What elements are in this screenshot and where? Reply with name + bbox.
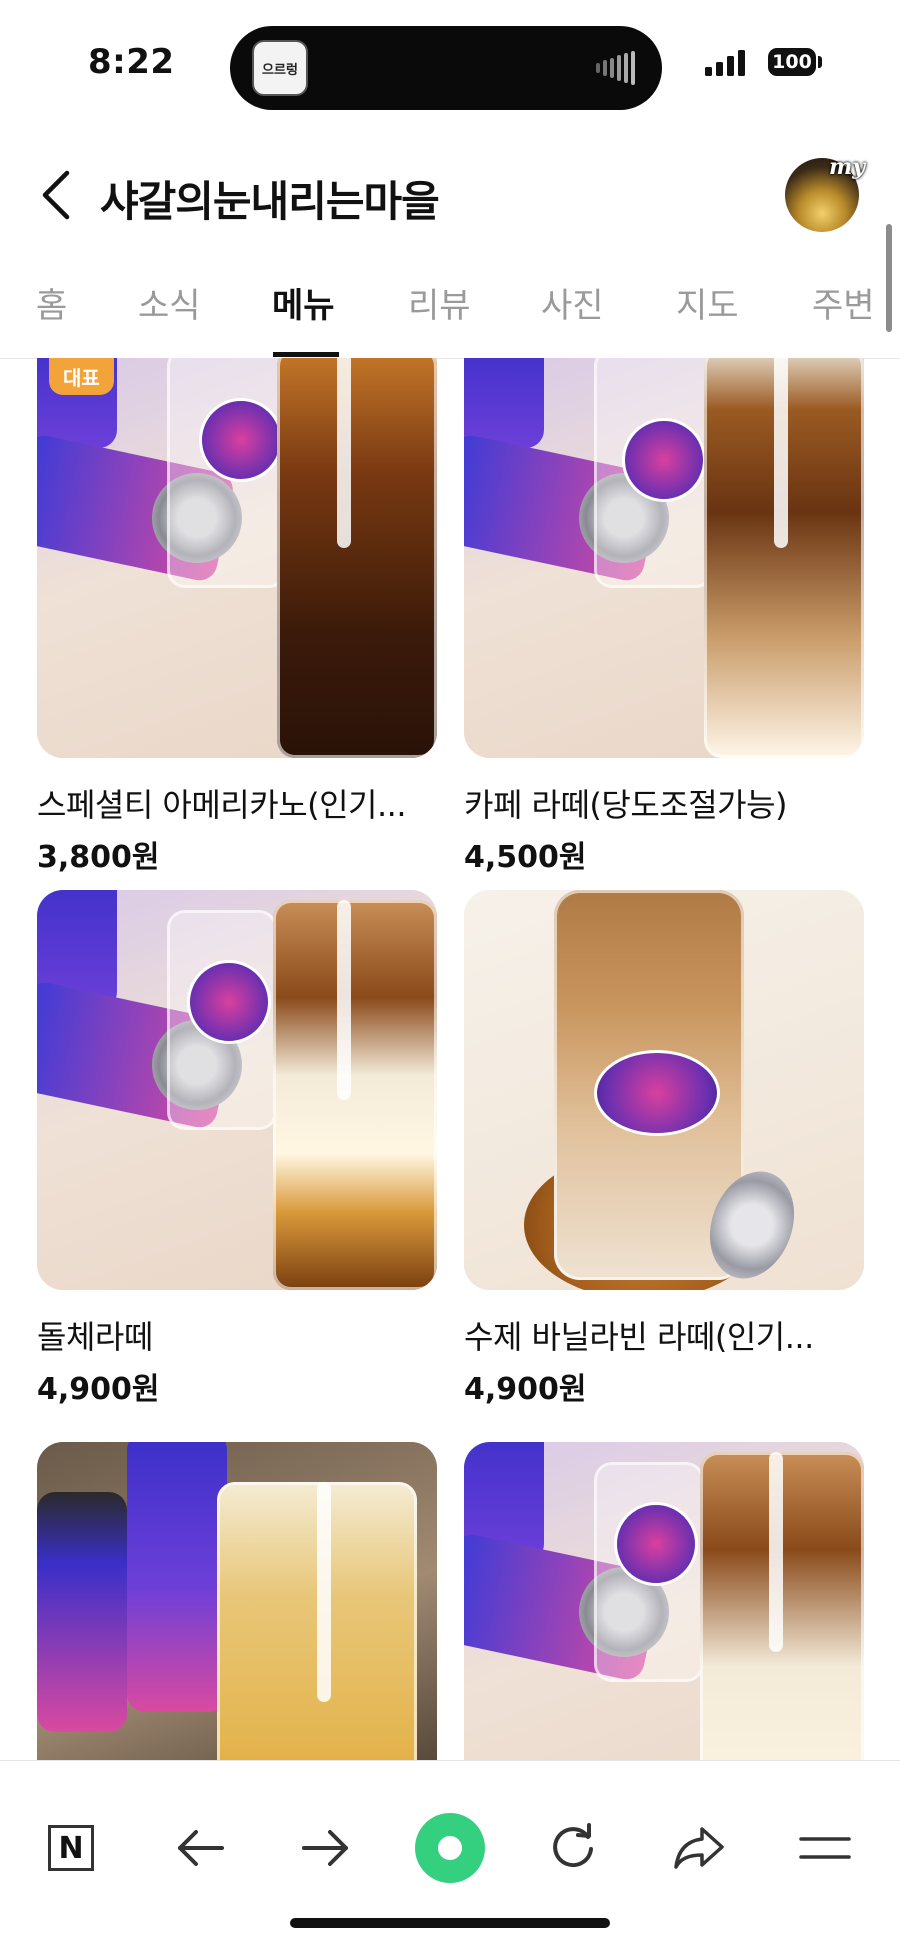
tab-review[interactable]: 리뷰 [408,278,471,327]
logo-sticker [614,1502,698,1586]
menu-grid: 대표 스페셜티 아메리카노(인기... 3,800원 카페 라떼(당도조절가능)… [0,358,900,1760]
dynamic-island: 으르렁 [230,26,662,110]
refresh-button[interactable] [538,1813,608,1883]
back-button[interactable] [28,162,84,228]
battery-tip [818,56,822,68]
naver-home-button[interactable]: N [48,1825,94,1871]
battery-icon: 100 [768,48,816,76]
logo-sticker [622,418,706,502]
signal-icon [705,50,745,76]
tab-home[interactable]: 홈 [36,278,67,327]
tab-menu[interactable]: 메뉴 [272,278,335,327]
arrow-right-icon [302,1830,348,1866]
menu-item-name: 수제 바닐라빈 라떼(인기... [464,1318,814,1356]
share-button[interactable] [664,1813,734,1883]
menu-photo [37,1442,437,1760]
tab-photo[interactable]: 사진 [541,278,604,327]
menu-item-name: 스페셜티 아메리카노(인기... [37,786,407,824]
menu-item-price: 3,800원 [37,840,160,875]
menu-item-americano[interactable]: 대표 스페셜티 아메리카노(인기... 3,800원 [37,358,437,876]
menu-item-price: 4,900원 [464,1372,587,1407]
home-indicator [290,1918,610,1928]
active-tab-indicator [273,352,339,357]
menu-item-price: 4,500원 [464,840,587,875]
menu-item-5[interactable] [37,1442,437,1760]
green-dot-inner [438,1836,462,1860]
logo-sticker [199,398,283,482]
tab-map[interactable]: 지도 [676,278,739,327]
island-app-icon: 으르렁 [252,40,308,96]
menu-item-price: 4,900원 [37,1372,160,1407]
hamburger-icon [799,1837,851,1859]
menu-item-vanilla-latte[interactable]: 수제 바닐라빈 라떼(인기... 4,900원 [464,890,864,1408]
tab-bar: 홈 소식 메뉴 리뷰 사진 지도 주변 [0,256,900,359]
logo-sticker [187,960,271,1044]
green-dot-button[interactable] [415,1813,485,1883]
menu-item-cafe-latte[interactable]: 카페 라떼(당도조절가능) 4,500원 [464,358,864,876]
scrollbar[interactable] [886,224,892,332]
menu-item-name: 돌체라떼 [37,1318,153,1356]
my-label: my [828,154,865,180]
audio-wave-icon [596,51,635,85]
my-profile-button[interactable]: my [785,154,865,232]
representative-badge: 대표 [49,358,114,395]
header: 샤갈의눈내리는마을 my [0,140,900,250]
menu-photo [464,890,864,1290]
menu-photo [464,358,864,758]
menu-photo [464,1442,864,1760]
refresh-icon [553,1823,593,1868]
chevron-left-icon [42,170,70,220]
tab-news[interactable]: 소식 [138,278,201,327]
menu-item-6[interactable] [464,1442,864,1760]
status-bar: 8:22 으르렁 100 [0,0,900,130]
menu-button[interactable] [790,1813,860,1883]
menu-item-dolce-latte[interactable]: 돌체라떼 4,900원 [37,890,437,1408]
arrow-left-icon [178,1830,224,1866]
share-icon [674,1827,724,1869]
tab-nearby[interactable]: 주변 [812,278,875,327]
page-title: 샤갈의눈내리는마을 [100,177,440,226]
menu-photo: 대표 [37,358,437,758]
status-time: 8:22 [88,42,175,82]
menu-item-name: 카페 라떼(당도조절가능) [464,786,788,824]
logo-sticker [594,1050,720,1136]
forward-nav-button[interactable] [290,1813,360,1883]
back-nav-button[interactable] [166,1813,236,1883]
menu-photo [37,890,437,1290]
